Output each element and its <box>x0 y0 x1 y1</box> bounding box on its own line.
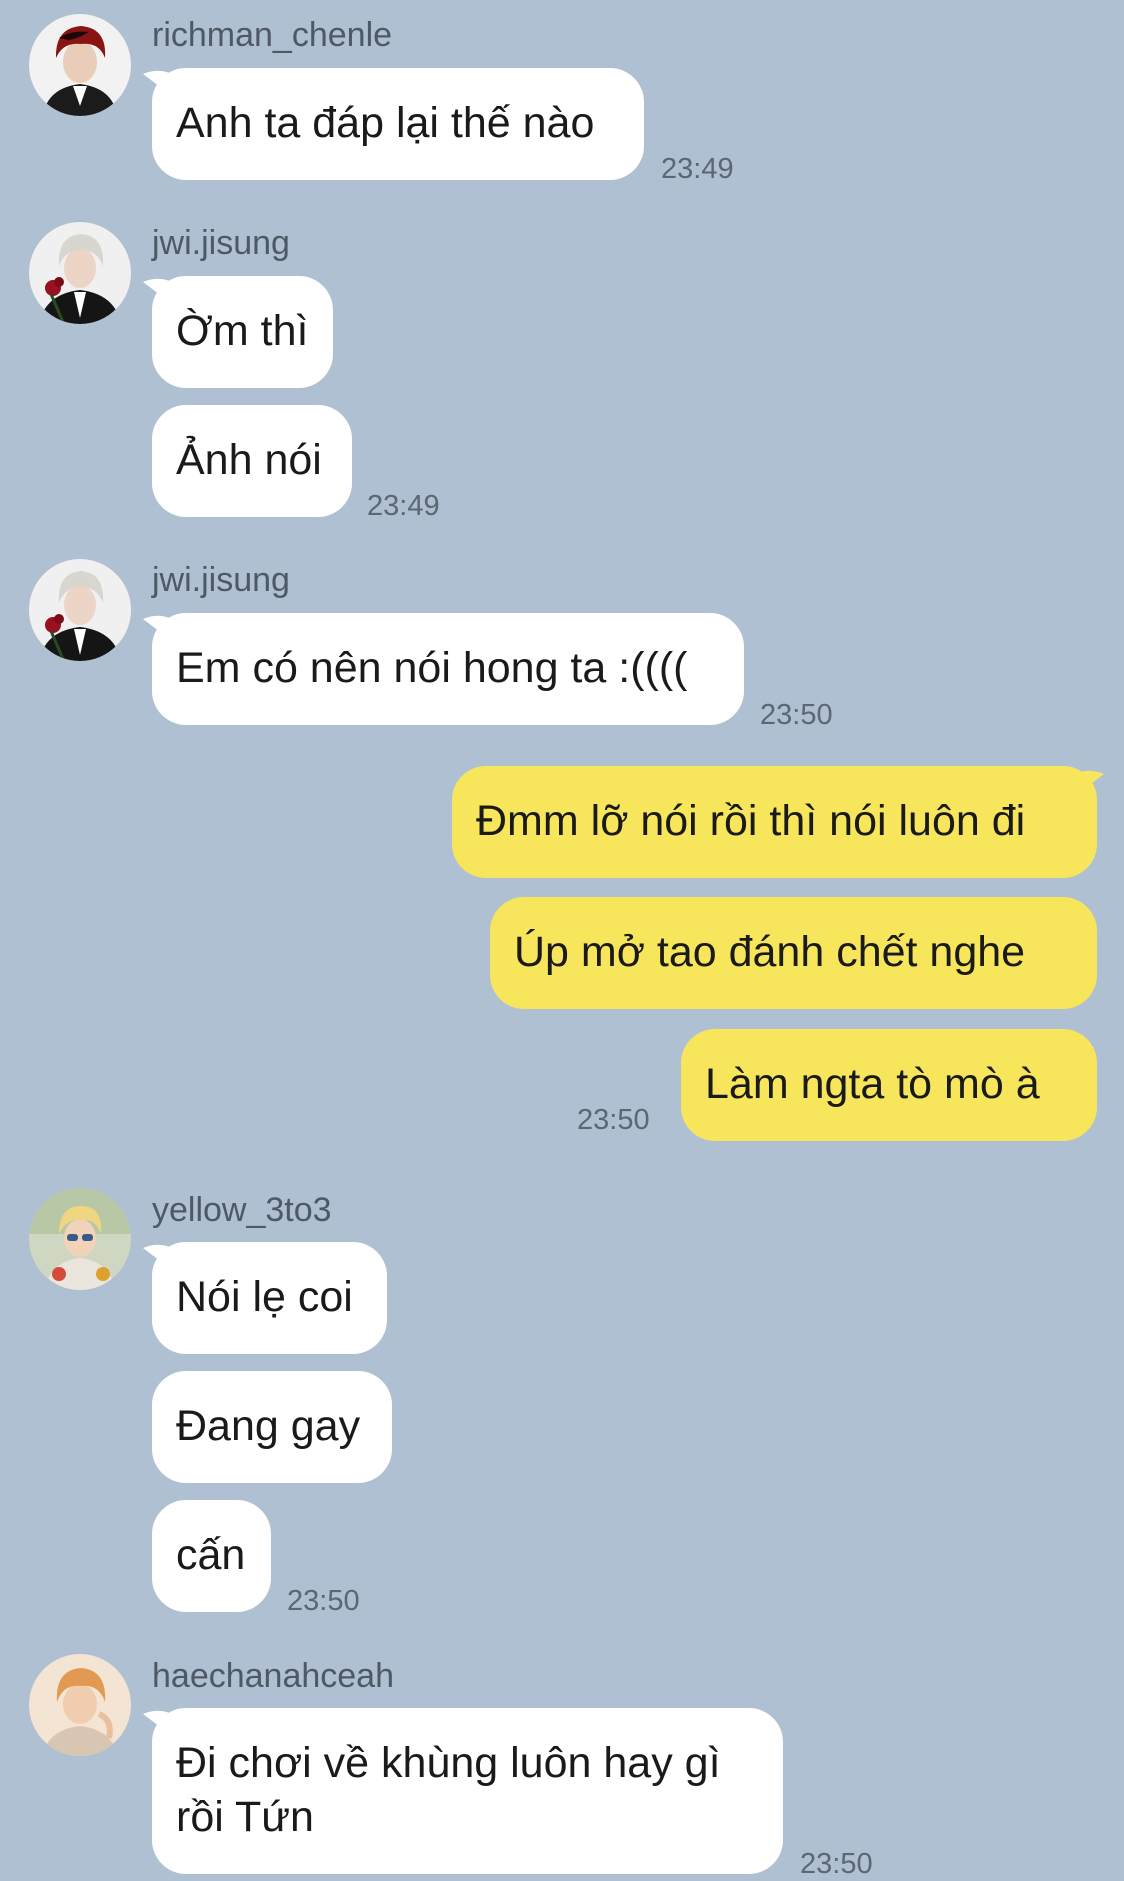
sender-name: jwi.jisung <box>152 561 290 599</box>
message-bubble[interactable]: cấn <box>152 1500 271 1612</box>
message-bubble[interactable]: Ảnh nói <box>152 405 352 517</box>
avatar-jwi-jisung-icon[interactable] <box>29 559 131 661</box>
sender-name: richman_chenle <box>152 16 393 54</box>
message-timestamp: 23:49 <box>661 153 734 185</box>
avatar-haechanahceah-icon[interactable] <box>29 1654 131 1756</box>
avatar-yellow-3to3-icon[interactable] <box>29 1188 131 1290</box>
outgoing-message-bubble[interactable]: Làm ngta tò mò à <box>681 1029 1097 1141</box>
avatar-jwi-jisung-icon[interactable] <box>29 222 131 324</box>
message-timestamp: 23:49 <box>367 490 440 522</box>
outgoing-message-bubble[interactable]: Úp mở tao đánh chết nghe <box>490 897 1097 1009</box>
message-bubble[interactable]: Đi chơi về khùng luôn hay gì rồi Tứn <box>152 1708 783 1874</box>
chat-thread[interactable]: richman_chenle Anh ta đáp lại thế nào 23… <box>0 0 1124 1881</box>
message-timestamp: 23:50 <box>287 1585 360 1617</box>
sender-name: haechanahceah <box>152 1657 395 1695</box>
message-bubble[interactable]: Nói lẹ coi <box>152 1242 387 1354</box>
message-bubble[interactable]: Anh ta đáp lại thế nào <box>152 68 644 180</box>
message-timestamp: 23:50 <box>577 1104 650 1136</box>
avatar-richman-chenle-icon[interactable] <box>29 14 131 116</box>
message-timestamp: 23:50 <box>760 699 833 731</box>
message-bubble[interactable]: Đang gay <box>152 1371 392 1483</box>
outgoing-message-bubble[interactable]: Đmm lỡ nói rồi thì nói luôn đi <box>452 766 1097 878</box>
sender-name: jwi.jisung <box>152 224 290 262</box>
sender-name: yellow_3to3 <box>152 1191 332 1229</box>
message-timestamp: 23:50 <box>800 1848 873 1880</box>
message-bubble[interactable]: Em có nên nói hong ta :(((( <box>152 613 744 725</box>
message-bubble[interactable]: Ờm thì <box>152 276 333 388</box>
